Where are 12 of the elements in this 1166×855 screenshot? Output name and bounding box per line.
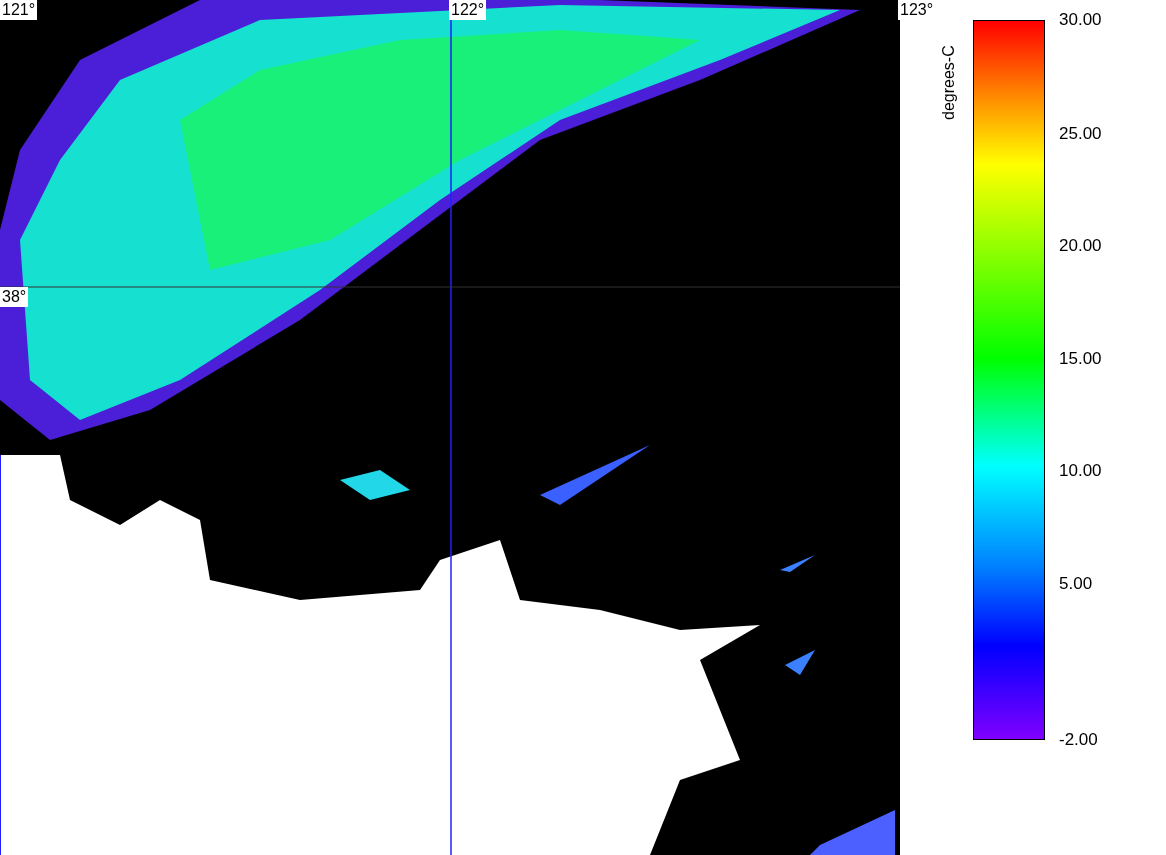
- longitude-label: 121°: [0, 0, 38, 20]
- longitude-label: 123°: [898, 0, 936, 20]
- colorbar-tick-label: 15.00: [1059, 349, 1102, 369]
- colorbar-tick-label: -2.00: [1059, 730, 1098, 750]
- colorbar-tick-label: 25.00: [1059, 124, 1102, 144]
- longitude-label: 122°: [449, 0, 487, 20]
- latitude-label: 38°: [0, 287, 29, 307]
- colorbar-tick-label: 10.00: [1059, 461, 1102, 481]
- colorbar-tick-label: 30.00: [1059, 10, 1102, 30]
- unit-label: degrees-C: [940, 44, 958, 120]
- colorbar-tick-label: 5.00: [1059, 574, 1093, 594]
- colorbar-tick-label: 20.00: [1059, 236, 1102, 256]
